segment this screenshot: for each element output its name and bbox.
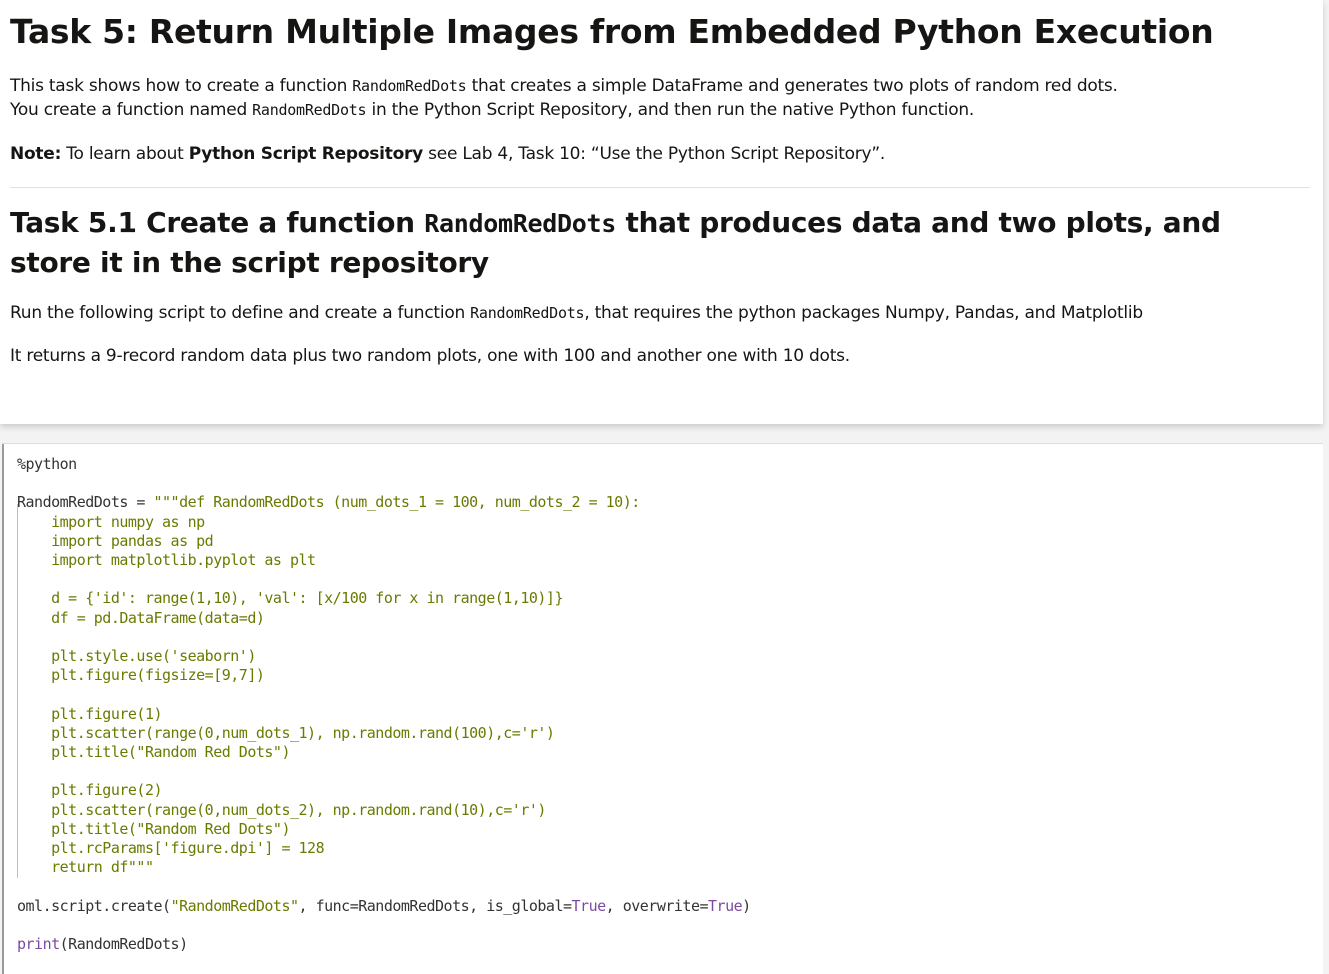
code-create-name: "RandomRedDots" xyxy=(170,896,299,915)
intro-paragraph: This task shows how to create a function… xyxy=(10,74,1118,122)
intro-text-3: You create a function named xyxy=(10,100,253,120)
intro-function-name-1: RandomRedDots xyxy=(352,77,467,95)
code-true-keyword-2: True xyxy=(708,896,743,915)
note-bold-text: Python Script Repository xyxy=(188,144,423,164)
intro-text-2: that creates a simple DataFrame and gene… xyxy=(466,76,1118,96)
instructions-text-2: , that requires the python packages Nump… xyxy=(584,303,1143,323)
page-title: Task 5: Return Multiple Images from Embe… xyxy=(10,12,1214,51)
section-title: Task 5.1 Create a function RandomRedDots… xyxy=(10,203,1300,282)
code-true-keyword-1: True xyxy=(571,896,607,915)
code-editor[interactable]: %python RandomRedDots = """def RandomRed… xyxy=(17,455,751,954)
instructions-text-1: Run the following script to define and c… xyxy=(10,303,471,323)
paragraph-focus-bar xyxy=(2,444,4,974)
code-assignment: RandomRedDots = xyxy=(17,493,154,512)
intro-function-name-2: RandomRedDots xyxy=(252,101,367,119)
code-print-args: (RandomRedDots) xyxy=(59,935,188,954)
instruction-panel: Task 5: Return Multiple Images from Embe… xyxy=(0,0,1323,424)
code-create-args-1: , func=RandomRedDots, is_global= xyxy=(298,896,572,915)
intro-text-4: in the Python Script Repository, and the… xyxy=(366,100,975,120)
note-label: Note: xyxy=(10,144,62,164)
note-text-1: To learn about xyxy=(61,144,189,164)
code-print-keyword: print xyxy=(17,935,60,954)
interpreter-directive: %python xyxy=(17,455,77,473)
instructions-paragraph: Run the following script to define and c… xyxy=(10,301,1143,325)
note-text-2: see Lab 4, Task 10: “Use the Python Scri… xyxy=(422,144,886,164)
returns-paragraph: It returns a 9-record random data plus t… xyxy=(10,346,850,366)
code-create-args-2: , overwrite= xyxy=(605,896,709,915)
section-title-function-name: RandomRedDots xyxy=(424,209,617,238)
intro-text-1: This task shows how to create a function xyxy=(10,76,353,96)
code-create-close: ) xyxy=(742,896,751,915)
note-paragraph: Note: To learn about Python Script Repos… xyxy=(10,142,885,166)
divider xyxy=(10,187,1310,188)
code-paragraph[interactable]: %python RandomRedDots = """def RandomRed… xyxy=(2,443,1323,974)
code-create-prefix: oml.script.create( xyxy=(17,896,171,915)
instructions-function-name: RandomRedDots xyxy=(470,304,585,322)
code-string-literal: """def RandomRedDots (num_dots_1 = 100, … xyxy=(51,493,640,877)
section-title-text-1: Task 5.1 Create a function xyxy=(10,206,425,239)
